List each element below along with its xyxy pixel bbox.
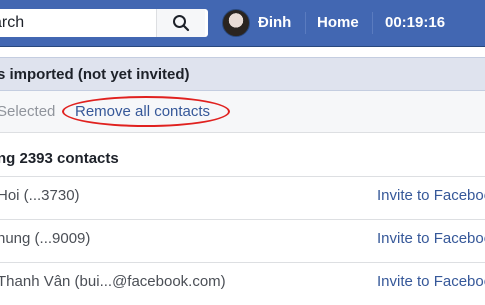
search-icon	[173, 15, 190, 32]
search-input[interactable]	[0, 9, 154, 37]
nav-divider	[305, 12, 306, 34]
contact-name: Hoi (...3730)	[0, 187, 80, 204]
contact-name: hung (...9009)	[0, 230, 91, 247]
list-item: Hoi (...3730) Invite to Facebook	[0, 176, 485, 219]
invite-to-facebook-link[interactable]: Invite to Facebook	[377, 273, 485, 290]
home-link[interactable]: Home	[317, 14, 359, 32]
avatar[interactable]	[222, 9, 250, 37]
selected-count-label: Selected	[0, 103, 56, 120]
imported-contacts-header: s imported (not yet invited)	[0, 57, 485, 91]
nav-divider	[372, 12, 373, 34]
invite-to-facebook-link[interactable]: Invite to Facebook	[377, 187, 485, 204]
contact-name: Thanh Vân (bui...@facebook.com)	[0, 273, 226, 290]
invite-to-facebook-link[interactable]: Invite to Facebook	[377, 230, 485, 247]
imported-contacts-title: s imported (not yet invited)	[0, 66, 190, 83]
profile-link[interactable]: Đinh	[258, 14, 291, 32]
highlight-circle-annotation	[62, 96, 230, 127]
list-item: hung (...9009) Invite to Facebook	[0, 219, 485, 262]
top-navigation-bar: Đinh Home 00:19:16	[0, 0, 485, 47]
clock-readout: 00:19:16	[385, 14, 446, 31]
search-button[interactable]	[156, 9, 205, 37]
contacts-count-heading: ng 2393 contacts	[0, 150, 119, 167]
search-box[interactable]	[0, 9, 208, 37]
list-item: Thanh Vân (bui...@facebook.com) Invite t…	[0, 262, 485, 305]
